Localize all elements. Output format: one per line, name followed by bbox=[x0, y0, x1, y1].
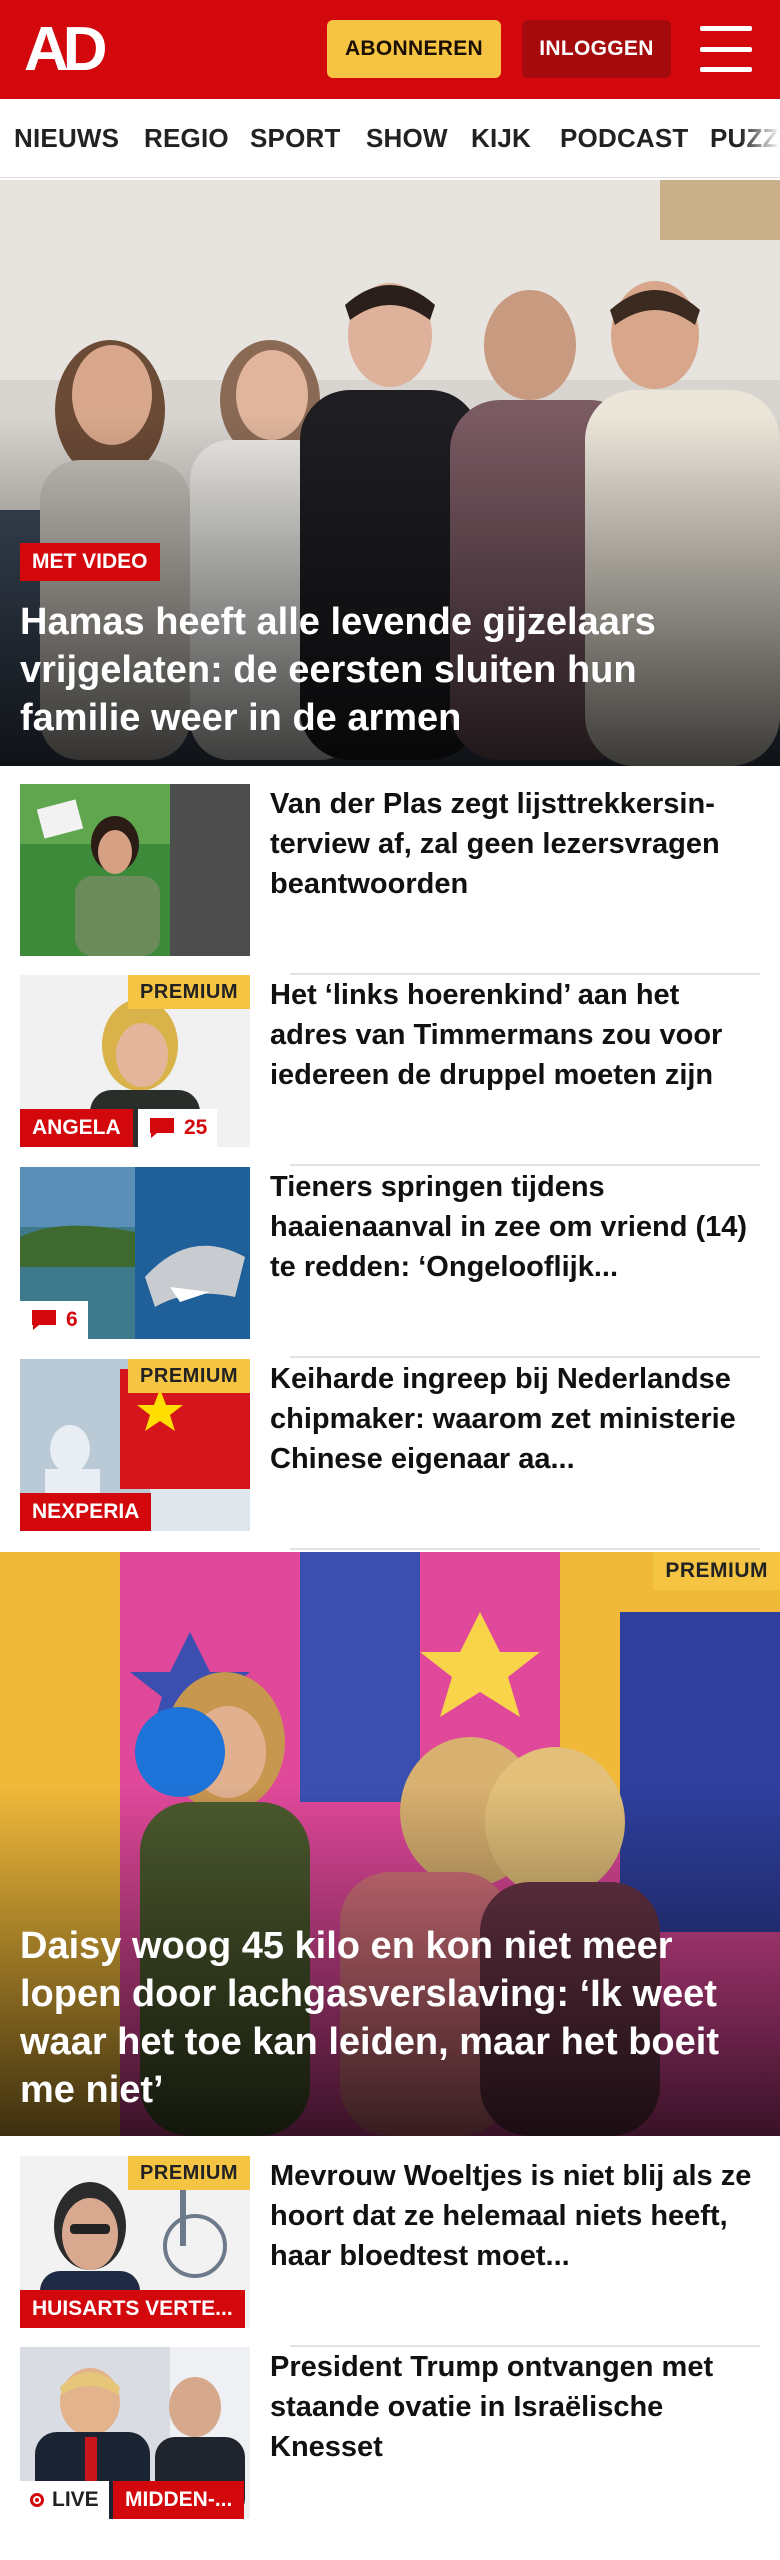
nav-fade bbox=[740, 99, 780, 177]
comment-count-value: 25 bbox=[184, 1116, 208, 1139]
topic-tag[interactable]: HUISARTS VERTE... bbox=[20, 2290, 245, 2328]
menu-line bbox=[700, 26, 752, 31]
hero-headline[interactable]: Hamas heeft alle levende gijzelaars vrij… bbox=[20, 598, 760, 742]
divider bbox=[290, 1548, 760, 1550]
divider bbox=[290, 1356, 760, 1358]
article-headline[interactable]: Mevrouw Woeltjes is niet blij als ze hoo… bbox=[270, 2156, 760, 2276]
nav-item-kijk[interactable]: KIJK bbox=[471, 99, 531, 177]
article-headline[interactable]: Tieners springen tijdens haaienaanval in… bbox=[270, 1167, 760, 1287]
nav-item-sport[interactable]: SPORT bbox=[250, 99, 341, 177]
subscribe-button[interactable]: ABONNEREN bbox=[327, 20, 501, 78]
article-thumbnail: PREMIUM HUISARTS VERTE... bbox=[20, 2156, 250, 2328]
comment-count[interactable]: 25 bbox=[138, 1109, 218, 1147]
video-label: MET VIDEO bbox=[20, 543, 160, 581]
article-headline[interactable]: Keiharde ingreep bij Nederlandse chipmak… bbox=[270, 1359, 760, 1479]
article-thumbnail: PREMIUM ANGELA 25 bbox=[20, 975, 250, 1147]
article-thumbnail bbox=[20, 784, 250, 956]
article-item[interactable]: 6 Tieners springen tijdens haaienaanval … bbox=[20, 1167, 760, 1358]
article-thumbnail: PREMIUM NEXPERIA bbox=[20, 1359, 250, 1531]
article-headline[interactable]: Het ‘links hoerenkind’ aan het adres van… bbox=[270, 975, 760, 1095]
topic-tag[interactable]: NEXPERIA bbox=[20, 1493, 152, 1531]
article-headline[interactable]: Van der Plas zegt lijsttrekkersin-tervie… bbox=[270, 784, 760, 904]
nav-item-show[interactable]: SHOW bbox=[366, 99, 448, 177]
article-headline[interactable]: President Trump ontvangen met staande ov… bbox=[270, 2347, 760, 2467]
menu-line bbox=[700, 46, 752, 52]
divider bbox=[290, 1164, 760, 1166]
article-item[interactable]: PREMIUM HUISARTS VERTE... Mevrouw Woeltj… bbox=[20, 2156, 760, 2347]
site-header: AD ABONNEREN INLOGGEN bbox=[0, 0, 780, 99]
live-badge[interactable]: LIVE bbox=[20, 2481, 109, 2519]
article-item[interactable]: PREMIUM ANGELA 25 Het ‘links hoerenkind’… bbox=[20, 975, 760, 1166]
featured-article[interactable]: PREMIUM Daisy woog 45 kilo en kon niet m… bbox=[0, 1552, 780, 2136]
premium-badge: PREMIUM bbox=[128, 975, 250, 1009]
comment-count[interactable]: 6 bbox=[20, 1301, 88, 1339]
nav-item-nieuws[interactable]: NIEUWS bbox=[14, 99, 119, 177]
login-button[interactable]: INLOGGEN bbox=[522, 20, 671, 78]
nav-item-regio[interactable]: REGIO bbox=[144, 99, 229, 177]
comment-icon bbox=[32, 1310, 56, 1330]
svg-text:AD: AD bbox=[24, 18, 106, 78]
article-item[interactable]: PREMIUM NEXPERIA Keiharde ingreep bij Ne… bbox=[20, 1359, 760, 1550]
premium-badge: PREMIUM bbox=[653, 1552, 780, 1590]
comment-count-value: 6 bbox=[66, 1308, 78, 1331]
premium-badge: PREMIUM bbox=[128, 2156, 250, 2190]
premium-badge: PREMIUM bbox=[128, 1359, 250, 1393]
article-thumbnail: LIVE MIDDEN-... bbox=[20, 2347, 250, 2519]
hero-article[interactable]: MET VIDEO Hamas heeft alle levende gijze… bbox=[0, 180, 780, 766]
topic-tag[interactable]: MIDDEN-... bbox=[113, 2481, 245, 2519]
hamburger-menu-icon[interactable] bbox=[700, 26, 752, 72]
section-nav: NIEUWS REGIO SPORT SHOW KIJK PODCAST PUZ… bbox=[0, 99, 780, 178]
ad-logo[interactable]: AD bbox=[24, 18, 116, 78]
live-dot-icon bbox=[30, 2493, 44, 2507]
menu-line bbox=[700, 67, 752, 72]
comment-icon bbox=[150, 1118, 174, 1138]
live-label: LIVE bbox=[52, 2488, 99, 2511]
nav-item-podcast[interactable]: PODCAST bbox=[560, 99, 689, 177]
topic-tag[interactable]: ANGELA bbox=[20, 1109, 133, 1147]
featured-headline[interactable]: Daisy woog 45 kilo en kon niet meer lope… bbox=[20, 1922, 760, 2114]
article-thumbnail: 6 bbox=[20, 1167, 250, 1339]
article-item[interactable]: Van der Plas zegt lijsttrekkersin-tervie… bbox=[20, 784, 760, 975]
article-item[interactable]: LIVE MIDDEN-... President Trump ontvange… bbox=[20, 2347, 760, 2538]
